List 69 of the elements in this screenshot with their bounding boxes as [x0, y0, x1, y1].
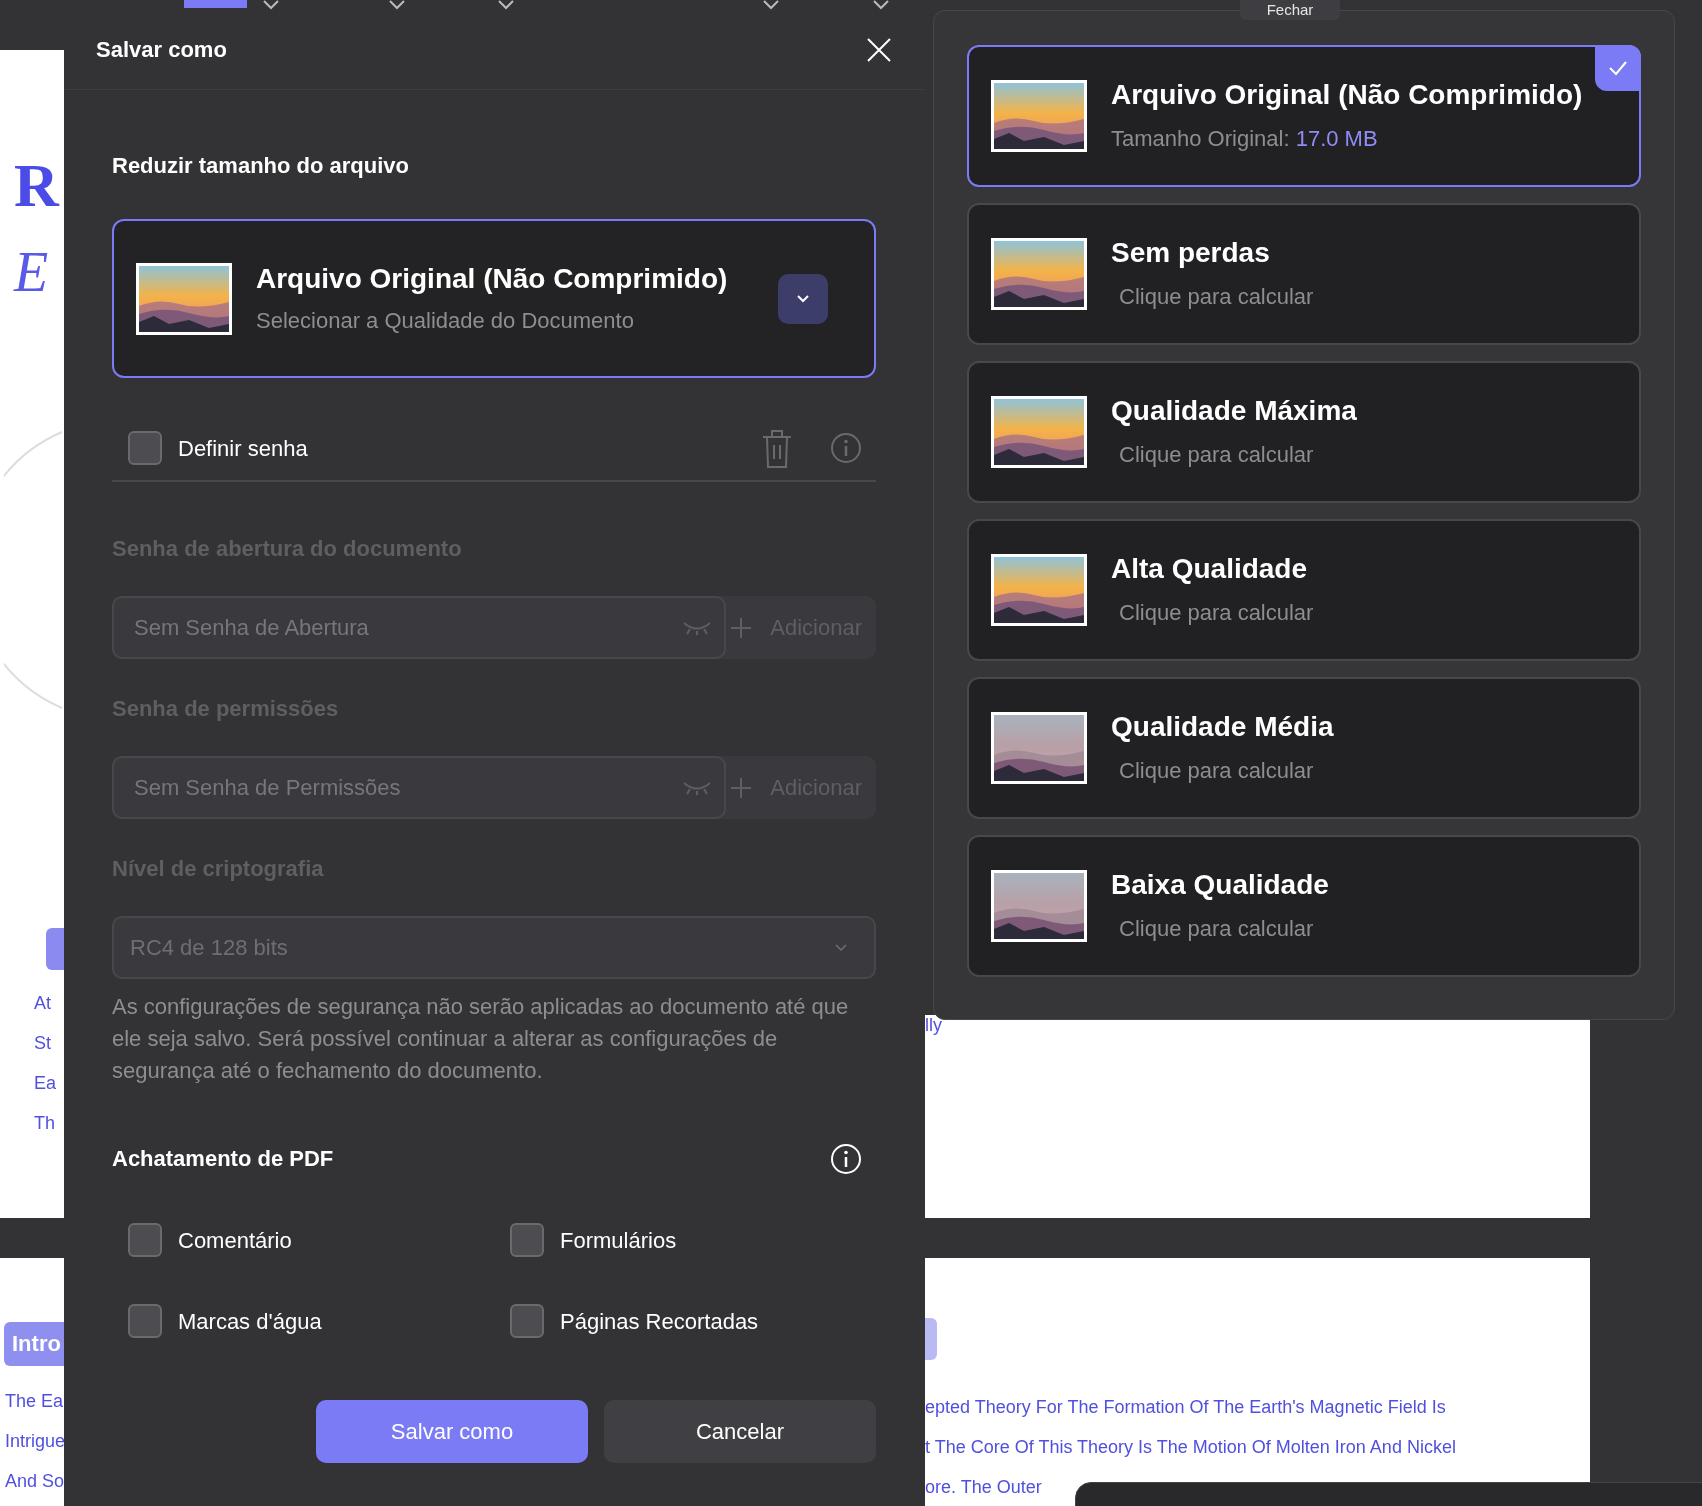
checkbox-label: Definir senha: [178, 434, 309, 463]
quality-option[interactable]: Qualidade Média Clique para calcular: [967, 677, 1641, 819]
checkbox[interactable]: [128, 1304, 162, 1338]
link-text[interactable]: Ea: [34, 1070, 57, 1097]
info-icon: [830, 432, 862, 464]
checkbox[interactable]: [510, 1304, 544, 1338]
chevron-icon[interactable]: [388, 0, 406, 10]
section-heading: Achatamento de PDF: [112, 1145, 334, 1173]
close-tab[interactable]: Fechar: [1240, 0, 1340, 20]
dialog-title: Salvar como: [96, 36, 227, 64]
checkbox-label: Formulários: [560, 1226, 677, 1255]
option-detail: Clique para calcular: [1118, 915, 1315, 943]
option-detail: Clique para calcular: [1118, 599, 1314, 627]
section-heading: Reduzir tamanho do arquivo: [112, 152, 411, 180]
note-text: As configurações de segurança não serão aplicadas ao documento até que ele seja salvo. Será possível continuar a alterar as configurações de segurança até o fechamento do documento.: [112, 993, 850, 1085]
option-detail: Clique para calcular: [1118, 441, 1315, 469]
dropdown-button[interactable]: [778, 273, 828, 324]
check-icon: [1608, 60, 1628, 76]
chevron-icon[interactable]: [762, 0, 780, 10]
option-title: Sem perdas: [1111, 236, 1271, 270]
option-title: Baixa Qualidade: [1111, 868, 1329, 902]
option-detail: Clique para calcular: [1118, 757, 1315, 785]
body-text: Intrigue: [5, 1430, 64, 1453]
heading-text: R: [14, 150, 59, 221]
body-text: ore. The Outer: [925, 1476, 1042, 1499]
quality-option[interactable]: Baixa Qualidade Clique para calcular: [967, 835, 1641, 977]
link-text[interactable]: Th: [34, 1110, 55, 1137]
body-text: The Ea: [5, 1390, 64, 1413]
checkbox[interactable]: [128, 1223, 162, 1257]
subtitle-text: E: [14, 240, 49, 304]
checkbox[interactable]: [128, 431, 162, 465]
link-text[interactable]: St: [34, 1030, 51, 1057]
eye-closed-icon: [682, 780, 713, 796]
quality-option[interactable]: Alta Qualidade Clique para calcular: [967, 519, 1641, 661]
trash-icon: [760, 427, 794, 469]
checkbox[interactable]: [510, 1223, 544, 1257]
option-detail: Tamanho Original: 17.0 MB: [1111, 125, 1379, 153]
close-icon: [866, 36, 892, 63]
chevron-icon[interactable]: [872, 0, 890, 10]
plus-icon: [730, 776, 753, 799]
chevron-icon[interactable]: [262, 0, 280, 10]
body-text: epted Theory For The Formation Of The Earth's Magnetic Field Is: [925, 1396, 1446, 1419]
quality-option[interactable]: Qualidade Máxima Clique para calcular: [967, 361, 1641, 503]
info-icon: [830, 1143, 862, 1175]
chevron-down-icon: [834, 942, 848, 953]
eye-closed-icon: [682, 620, 713, 636]
option-title: Qualidade Máxima: [1111, 394, 1357, 428]
checkbox-label: Comentário: [178, 1226, 292, 1255]
option-title: Alta Qualidade: [1111, 552, 1309, 586]
chevron-down-icon: [796, 293, 810, 304]
quality-option[interactable]: Arquivo Original (Não Comprimido) Tamanho Original: 17.0 MB: [967, 45, 1641, 187]
quality-hint: Selecionar a Qualidade do Documento: [256, 306, 635, 335]
cancel-button[interactable]: Cancelar: [604, 1400, 876, 1463]
body-text: And So: [5, 1470, 64, 1493]
quality-selector[interactable]: Arquivo Original (Não Comprimido) Selecionar a Qualidade do Documento: [112, 219, 876, 378]
quality-title: Arquivo Original (Não Comprimido): [256, 261, 729, 296]
link-text[interactable]: At: [34, 990, 51, 1017]
section-label: Intro: [4, 1322, 64, 1366]
plus-icon: [730, 616, 753, 639]
body-text: t The Core Of This Theory Is The Motion Of Molten Iron And Nickel: [925, 1436, 1456, 1459]
chevron-icon[interactable]: [497, 0, 515, 10]
quality-option[interactable]: Sem perdas Clique para calcular: [967, 203, 1641, 345]
delete-button[interactable]: [760, 427, 794, 469]
option-detail: Clique para calcular: [1118, 283, 1314, 311]
checkbox-label: Páginas Recortadas: [560, 1307, 759, 1336]
checkbox-label: Marcas d'água: [178, 1307, 322, 1336]
body-text: lly: [925, 1015, 942, 1035]
option-title: Arquivo Original (Não Comprimido): [1111, 78, 1583, 112]
option-title: Qualidade Média: [1111, 710, 1334, 744]
